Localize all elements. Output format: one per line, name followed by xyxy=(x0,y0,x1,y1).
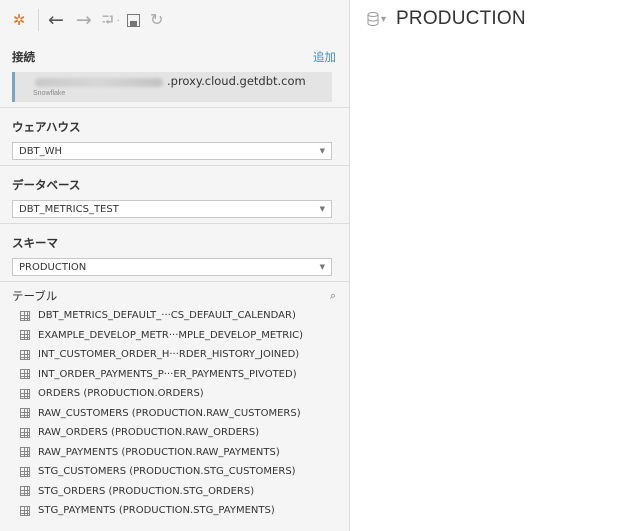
chevron-down-icon: ▼ xyxy=(319,263,325,271)
table-item[interactable]: EXAMPLE_DEVELOP_METR···MPLE_DEVELOP_METR… xyxy=(0,326,349,346)
warehouse-value: DBT_WH xyxy=(19,145,63,157)
schema-section: スキーマ PRODUCTION ▼ xyxy=(0,224,349,282)
warehouse-title: ウェアハウス xyxy=(12,120,81,134)
database-header: データベース xyxy=(0,172,349,198)
table-name: EXAMPLE_DEVELOP_METR···MPLE_DEVELOP_METR… xyxy=(38,329,304,341)
table-item[interactable]: RAW_PAYMENTS (PRODUCTION.RAW_PAYMENTS) xyxy=(0,443,349,463)
table-icon xyxy=(20,447,30,458)
table-name: RAW_ORDERS (PRODUCTION.RAW_ORDERS) xyxy=(38,427,260,439)
database-select[interactable]: DBT_METRICS_TEST ▼ xyxy=(12,200,332,218)
table-name: RAW_PAYMENTS (PRODUCTION.RAW_PAYMENTS) xyxy=(38,446,280,458)
table-name: DBT_METRICS_DEFAULT_···CS_DEFAULT_CALEND… xyxy=(38,310,296,322)
database-title: データベース xyxy=(12,178,81,192)
schema-header: スキーマ xyxy=(0,230,349,256)
table-icon xyxy=(20,330,30,341)
table-name: STG_CUSTOMERS (PRODUCTION.STG_CUSTOMERS) xyxy=(38,466,296,478)
table-item[interactable]: STG_ORDERS (PRODUCTION.STG_ORDERS) xyxy=(0,482,349,502)
schema-title: スキーマ xyxy=(12,236,58,250)
table-item[interactable]: STG_PAYMENTS (PRODUCTION.STG_PAYMENTS) xyxy=(0,501,349,521)
table-name: STG_ORDERS (PRODUCTION.STG_ORDERS) xyxy=(38,485,255,497)
redacted-account-name xyxy=(35,78,163,87)
table-item[interactable]: ORDERS (PRODUCTION.ORDERS) xyxy=(0,384,349,404)
canvas-area: ▾ PRODUCTION xyxy=(351,0,640,531)
table-item[interactable]: DBT_METRICS_DEFAULT_···CS_DEFAULT_CALEND… xyxy=(0,306,349,326)
chevron-down-icon: ▼ xyxy=(319,205,325,213)
connection-type: Snowflake xyxy=(33,90,66,97)
tables-title: テーブル xyxy=(12,289,58,303)
database-icon[interactable] xyxy=(367,12,379,26)
connection-item[interactable]: .proxy.cloud.getdbt.com Snowflake xyxy=(12,72,332,102)
table-icon xyxy=(20,466,30,477)
connections-title: 接続 xyxy=(12,50,35,64)
data-source-sidebar: ✲ ← → ⮒ · ↻ 接続 追加 .proxy.cloud.getdbt.co… xyxy=(0,0,350,531)
table-name: INT_CUSTOMER_ORDER_H···RDER_HISTORY_JOIN… xyxy=(38,349,300,361)
search-icon[interactable]: ⌕ xyxy=(330,289,336,303)
warehouse-header: ウェアハウス xyxy=(0,114,349,140)
table-icon xyxy=(20,427,30,438)
table-icon xyxy=(20,486,30,497)
table-item[interactable]: INT_ORDER_PAYMENTS_P···ER_PAYMENTS_PIVOT… xyxy=(0,365,349,385)
schema-select[interactable]: PRODUCTION ▼ xyxy=(12,258,332,276)
table-name: ORDERS (PRODUCTION.ORDERS) xyxy=(38,388,204,400)
chevron-down-icon: ▼ xyxy=(319,147,325,155)
table-item[interactable]: RAW_ORDERS (PRODUCTION.RAW_ORDERS) xyxy=(0,423,349,443)
table-name: RAW_CUSTOMERS (PRODUCTION.RAW_CUSTOMERS) xyxy=(38,407,301,419)
schema-value: PRODUCTION xyxy=(19,261,87,273)
warehouse-section: ウェアハウス DBT_WH ▼ xyxy=(0,108,349,166)
table-icon xyxy=(20,310,30,321)
connection-host: .proxy.cloud.getdbt.com xyxy=(167,74,306,88)
table-item[interactable]: RAW_CUSTOMERS (PRODUCTION.RAW_CUSTOMERS) xyxy=(0,404,349,424)
canvas-schema-title: PRODUCTION xyxy=(396,8,526,29)
tables-section: テーブル ⌕ DBT_METRICS_DEFAULT_···CS_DEFAULT… xyxy=(0,282,349,521)
table-icon xyxy=(20,369,30,380)
table-icon xyxy=(20,408,30,419)
database-dropdown-icon[interactable]: ▾ xyxy=(381,14,386,25)
warehouse-select[interactable]: DBT_WH ▼ xyxy=(12,142,332,160)
connections-header: 接続 追加 xyxy=(0,44,349,70)
canvas-header: ▾ PRODUCTION xyxy=(367,8,526,30)
table-icon xyxy=(20,505,30,516)
table-name: STG_PAYMENTS (PRODUCTION.STG_PAYMENTS) xyxy=(38,505,275,517)
table-list: DBT_METRICS_DEFAULT_···CS_DEFAULT_CALEND… xyxy=(0,306,349,521)
tables-header: テーブル ⌕ xyxy=(0,288,349,304)
database-section: データベース DBT_METRICS_TEST ▼ xyxy=(0,166,349,224)
connections-section: 接続 追加 .proxy.cloud.getdbt.com Snowflake xyxy=(0,0,349,108)
table-item[interactable]: INT_CUSTOMER_ORDER_H···RDER_HISTORY_JOIN… xyxy=(0,345,349,365)
table-name: INT_ORDER_PAYMENTS_P···ER_PAYMENTS_PIVOT… xyxy=(38,368,297,380)
table-item[interactable]: STG_CUSTOMERS (PRODUCTION.STG_CUSTOMERS) xyxy=(0,462,349,482)
table-icon xyxy=(20,349,30,360)
database-value: DBT_METRICS_TEST xyxy=(19,203,119,215)
table-icon xyxy=(20,388,30,399)
add-connection-link[interactable]: 追加 xyxy=(313,49,336,65)
